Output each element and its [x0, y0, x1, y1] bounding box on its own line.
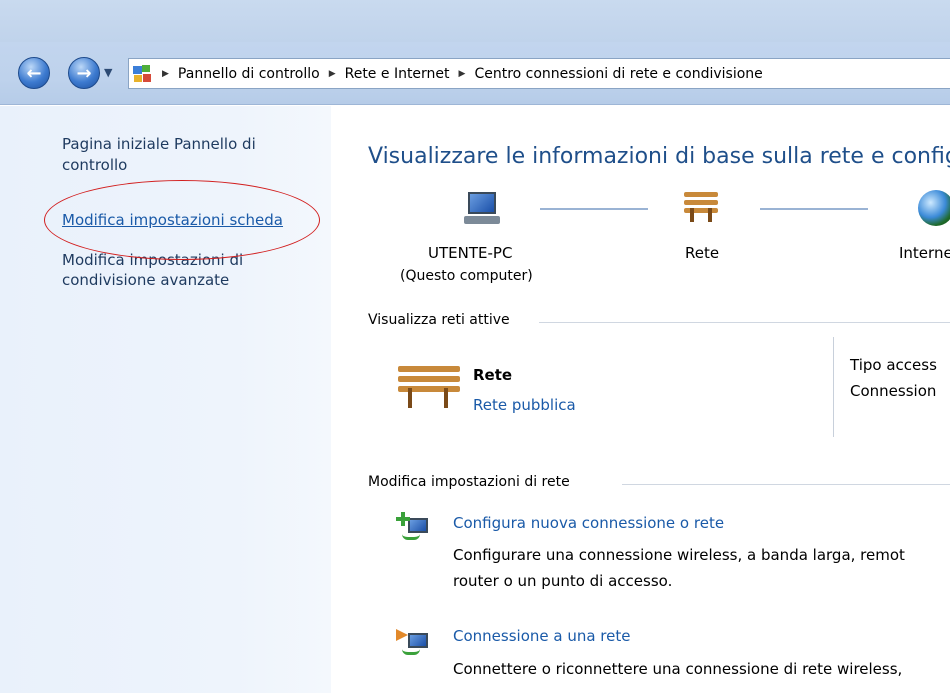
network-label: Rete — [685, 244, 720, 262]
connect-to-network-desc: Connettere o riconnettere una connession… — [453, 660, 903, 678]
chevron-right-icon[interactable]: ▶ — [329, 69, 336, 79]
bench-icon — [398, 362, 460, 410]
internet-label: Interne — [899, 244, 950, 262]
connect-to-network-link[interactable]: Connessione a una rete — [453, 627, 630, 645]
section-divider — [539, 322, 950, 323]
breadcrumb-control-panel[interactable]: Pannello di controllo — [178, 66, 320, 82]
window-titlebar — [0, 0, 950, 42]
connect-network-icon — [396, 627, 430, 659]
section-divider — [622, 484, 950, 485]
chevron-right-icon[interactable]: ▶ — [162, 69, 169, 79]
computer-name-label: UTENTE-PC — [428, 244, 513, 262]
control-panel-icon — [132, 64, 152, 84]
advanced-sharing-settings-link[interactable]: Modifica impostazioni di condivisione av… — [62, 250, 312, 290]
active-network-name: Rete — [473, 366, 513, 384]
breadcrumb-network-internet[interactable]: Rete e Internet — [345, 66, 450, 82]
new-connection-icon — [396, 512, 430, 544]
task-pane — [0, 106, 331, 693]
access-type-label: Tipo access — [850, 356, 937, 374]
recent-pages-dropdown-icon[interactable]: ▼ — [104, 66, 112, 79]
chevron-right-icon[interactable]: ▶ — [459, 69, 466, 79]
change-settings-heading: Modifica impostazioni di rete — [368, 474, 570, 490]
bench-icon[interactable] — [684, 190, 718, 222]
network-type-link[interactable]: Rete pubblica — [473, 396, 576, 414]
arrow-right-icon: → — [76, 62, 92, 84]
back-button[interactable]: ← — [18, 57, 50, 89]
setup-new-connection-desc: Configurare una connessione wireless, a … — [453, 546, 905, 564]
breadcrumb-network-sharing-center[interactable]: Centro connessioni di rete e condivision… — [474, 66, 762, 82]
setup-new-connection-desc: router o un punto di accesso. — [453, 572, 673, 590]
connections-label: Connession — [850, 382, 937, 400]
globe-icon[interactable] — [918, 190, 950, 226]
setup-new-connection-link[interactable]: Configura nuova connessione o rete — [453, 514, 724, 532]
change-adapter-settings-link[interactable]: Modifica impostazioni scheda — [62, 211, 283, 229]
page-title: Visualizzare le informazioni di base sul… — [368, 144, 950, 169]
active-networks-heading: Visualizza reti attive — [368, 312, 510, 328]
arrow-left-icon: ← — [26, 62, 42, 84]
connection-line — [540, 208, 648, 210]
computer-icon[interactable] — [462, 192, 502, 226]
address-field[interactable]: ▶ Pannello di controllo ▶ Rete e Interne… — [128, 58, 950, 89]
forward-button[interactable]: → — [68, 57, 100, 89]
connection-line — [760, 208, 868, 210]
column-divider — [833, 337, 834, 437]
this-computer-label: (Questo computer) — [400, 268, 533, 284]
control-panel-home-link[interactable]: Pagina iniziale Pannello di controllo — [62, 134, 302, 176]
